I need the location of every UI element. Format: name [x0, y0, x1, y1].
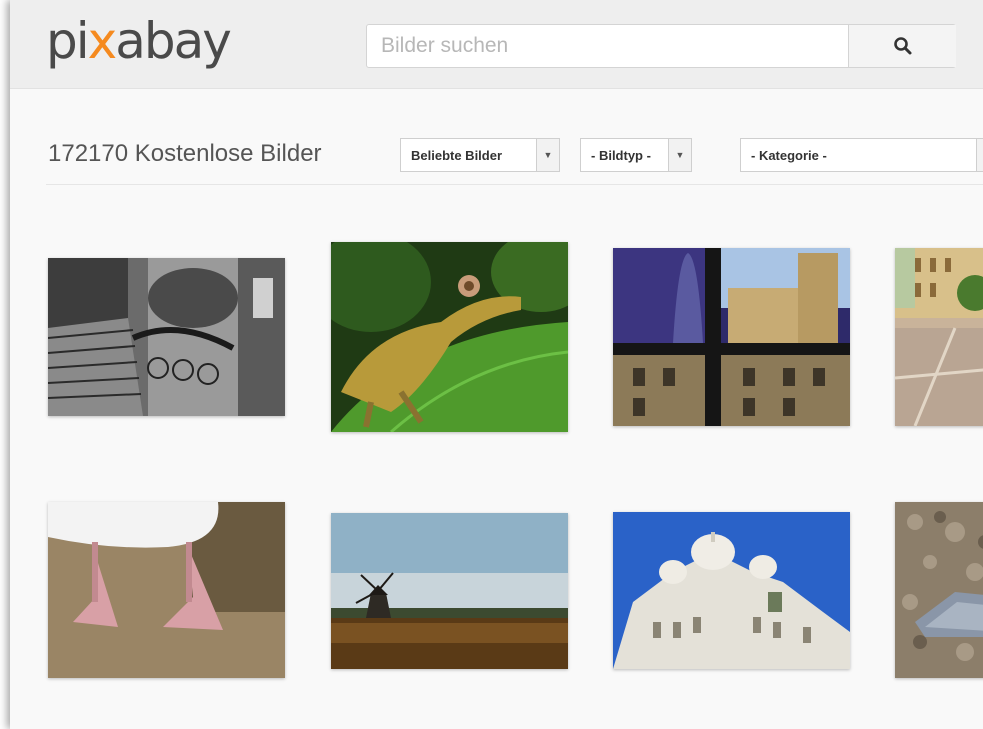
street-photo [895, 248, 983, 426]
goose-feet-photo [48, 502, 285, 678]
site-header: pixabay [10, 0, 983, 89]
logo-accent-letter: x [87, 12, 118, 70]
gallery-image-rocks[interactable] [895, 502, 983, 678]
gallery-image-basilica[interactable] [613, 512, 850, 669]
chevron-down-icon: ▼ [668, 139, 691, 171]
rocks-photo [895, 502, 983, 678]
gecko-photo [331, 242, 568, 432]
search-bar [366, 24, 956, 68]
filter-toolbar: 172170 Kostenlose Bilder Beliebte Bilder… [46, 134, 983, 185]
chevron-down-icon: ▼ [536, 139, 559, 171]
browser-page: pixabay 172170 Kostenlose Bilder Beliebt… [10, 0, 983, 729]
pixabay-logo[interactable]: pixabay [46, 6, 232, 76]
chevron-down-icon: ▼ [976, 139, 983, 171]
category-select[interactable]: - Kategorie - ▼ [740, 138, 983, 172]
sort-select-value: Beliebte Bilder [411, 148, 503, 163]
search-icon [893, 37, 911, 55]
gallery-image-street[interactable] [895, 248, 983, 426]
windmill-photo [331, 513, 568, 669]
gallery-image-staircase[interactable] [48, 258, 285, 416]
image-count-title: 172170 Kostenlose Bilder [48, 140, 322, 167]
search-input[interactable] [367, 25, 847, 67]
gallery-image-gecko[interactable] [331, 242, 568, 432]
image-type-select-value: - Bildtyp - [591, 148, 651, 163]
sort-select[interactable]: Beliebte Bilder ▼ [400, 138, 560, 172]
image-type-select[interactable]: - Bildtyp - ▼ [580, 138, 692, 172]
window-city-photo [613, 248, 850, 426]
staircase-photo [48, 258, 285, 416]
gallery-image-windmill[interactable] [331, 513, 568, 669]
gallery-image-window-city[interactable] [613, 248, 850, 426]
basilica-photo [613, 512, 850, 669]
search-button[interactable] [848, 25, 956, 67]
category-select-value: - Kategorie - [751, 148, 827, 163]
gallery-image-goose-feet[interactable] [48, 502, 285, 678]
